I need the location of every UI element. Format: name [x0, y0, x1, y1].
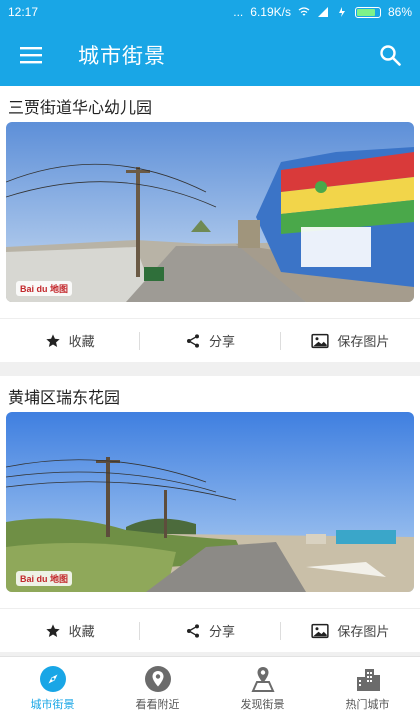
tab-popular-cities[interactable]: 热门城市 — [315, 657, 420, 720]
card-actions: 收藏 分享 保存图片 — [0, 318, 420, 362]
menu-icon — [20, 47, 42, 64]
search-icon — [380, 45, 401, 66]
share-label: 分享 — [208, 335, 235, 350]
favorite-label: 收藏 — [68, 625, 95, 640]
panorama-image[interactable]: Bai du 地图 — [6, 412, 414, 592]
tab-label: 热门城市 — [345, 698, 390, 711]
share-button[interactable]: 分享 — [140, 609, 279, 652]
card-title: 黄埔区瑞东花园 — [8, 388, 121, 407]
tab-label: 发现街景 — [240, 698, 285, 711]
share-button[interactable]: 分享 — [140, 319, 279, 362]
save-image-label: 保存图片 — [337, 625, 390, 640]
panorama-image[interactable]: Bai du 地图 — [6, 122, 414, 302]
save-image-button[interactable]: 保存图片 — [281, 609, 420, 652]
star-icon — [45, 623, 60, 637]
image-icon — [311, 333, 329, 348]
bottom-tab-bar: 城市街景 看看附近 发现街景 热门城市 — [0, 656, 420, 720]
tab-label: 城市街景 — [30, 698, 75, 711]
street-view-card: 三贾街道华心幼儿园 Bai du 地图 收藏 分享 保存图片 — [0, 86, 420, 362]
star-icon — [45, 333, 60, 347]
panorama-road-illustration — [6, 412, 414, 592]
map-pin-icon — [250, 667, 275, 692]
favorite-button[interactable]: 收藏 — [0, 319, 139, 362]
save-image-label: 保存图片 — [337, 335, 390, 350]
share-icon — [186, 623, 199, 638]
wifi-icon — [298, 7, 310, 16]
save-image-button[interactable]: 保存图片 — [281, 319, 420, 362]
location-pin-icon — [144, 666, 171, 692]
status-right: ... 6.19K/s 86% — [233, 5, 412, 19]
image-icon — [311, 623, 329, 638]
status-time: 12:17 — [8, 5, 39, 19]
page-title: 城市街景 — [78, 44, 166, 68]
menu-button[interactable] — [0, 24, 62, 86]
favorite-label: 收藏 — [68, 335, 95, 350]
status-dots: ... — [233, 5, 244, 19]
tab-discover[interactable]: 发现街景 — [210, 657, 315, 720]
charging-icon — [338, 7, 345, 17]
signal-icon — [317, 7, 328, 17]
favorite-button[interactable]: 收藏 — [0, 609, 139, 652]
card-title: 三贾街道华心幼儿园 — [8, 98, 153, 117]
network-speed: 6.19K/s — [250, 5, 291, 19]
share-icon — [186, 333, 199, 348]
tab-label: 看看附近 — [135, 698, 180, 711]
baidu-watermark: Bai du 地图 — [16, 281, 73, 296]
city-buildings-icon — [356, 669, 380, 691]
baidu-watermark: Bai du 地图 — [16, 571, 73, 586]
status-bar: 12:17 ... 6.19K/s 86% — [0, 0, 420, 24]
battery-icon — [354, 6, 381, 18]
street-view-card: 黄埔区瑞东花园 Bai du 地图 收藏 分享 保存图片 — [0, 376, 420, 652]
panorama-kindergarten-illustration — [6, 122, 414, 302]
tab-city-street-view[interactable]: 城市街景 — [0, 657, 105, 720]
app-bar: 城市街景 — [0, 24, 420, 86]
street-view-feed[interactable]: 三贾街道华心幼儿园 Bai du 地图 收藏 分享 保存图片 黄埔区瑞东花园 B… — [0, 86, 420, 656]
card-separator — [0, 362, 420, 376]
battery-percent: 86% — [387, 5, 412, 19]
card-actions: 收藏 分享 保存图片 — [0, 608, 420, 652]
compass-icon — [39, 666, 66, 692]
share-label: 分享 — [208, 625, 235, 640]
tab-nearby[interactable]: 看看附近 — [105, 657, 210, 720]
search-button[interactable] — [360, 24, 420, 86]
